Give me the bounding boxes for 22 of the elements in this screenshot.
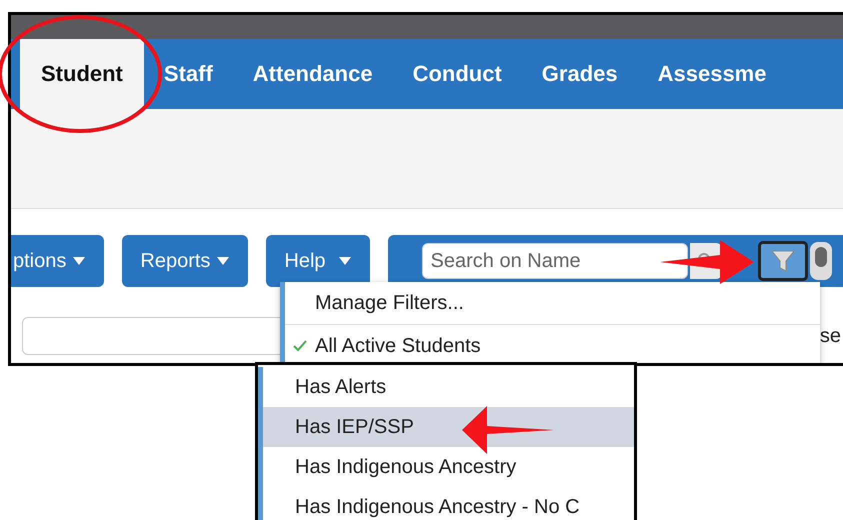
filter-option[interactable]: Has Indigenous Ancestry - No C [263, 487, 634, 520]
filter-option[interactable]: Has Alerts [263, 367, 634, 407]
caret-icon [338, 256, 352, 266]
nav-tab[interactable]: Grades [522, 39, 638, 109]
filter-option[interactable]: Has Indigenous Ancestry [263, 447, 634, 487]
menu-button[interactable]: ptions [11, 235, 104, 287]
caret-icon [72, 256, 86, 266]
nav-tab[interactable]: Assessme [638, 39, 786, 109]
filter-icon [770, 248, 796, 274]
toggle-knob-icon [814, 246, 828, 268]
nav-tab[interactable]: Attendance [232, 39, 393, 109]
caret-icon [216, 256, 230, 266]
nav-tab[interactable]: Staff [144, 39, 233, 109]
filter-button[interactable] [758, 241, 808, 281]
nav-tab[interactable]: Student [20, 39, 144, 109]
result-count: se [820, 324, 842, 348]
search-field[interactable]: Search on Name [422, 243, 688, 279]
menu-button[interactable]: Reports [122, 235, 248, 287]
toggle-switch[interactable] [810, 242, 832, 280]
filter-option[interactable]: Has IEP/SSP [263, 407, 634, 447]
nav-tab[interactable]: Conduct [392, 39, 522, 109]
menu-button[interactable]: Help [266, 235, 370, 287]
